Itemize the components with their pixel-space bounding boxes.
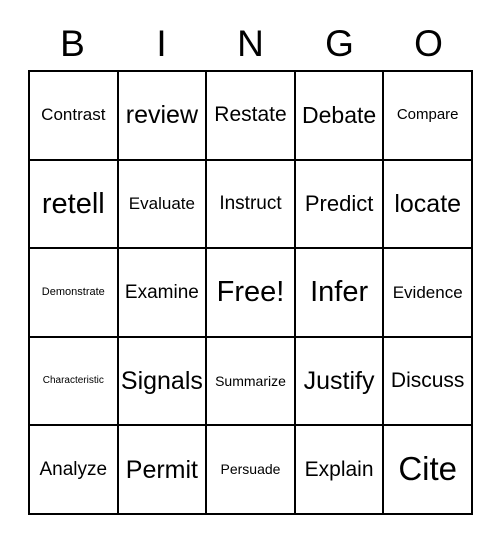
bingo-cell[interactable]: Examine [118,249,208,338]
bingo-cell[interactable]: Summarize [207,337,296,427]
bingo-cell[interactable]: Debate [295,72,385,161]
bingo-cell[interactable]: Infer [295,249,385,338]
bingo-cell[interactable]: Compare [384,72,473,161]
bingo-cell[interactable]: Evaluate [118,160,208,250]
header-letter-g: G [325,22,354,64]
bingo-cell[interactable]: Justify [295,337,385,427]
bingo-cell-label: Demonstrate [41,285,105,298]
header-letter-o: O [414,22,443,64]
bingo-cell-label: Contrast [41,105,106,125]
bingo-cell[interactable]: locate [384,160,473,250]
bingo-cell-label: Justify [303,366,375,395]
bingo-cell[interactable]: retell [30,160,119,250]
bingo-cell-label: Cite [398,450,458,488]
bingo-cell-label: Persuade [220,461,281,478]
bingo-cell-label: Examine [124,281,199,303]
bingo-cell-free[interactable]: Free! [207,249,296,338]
bingo-cell-label: Infer [310,276,369,309]
bingo-cell-label: Predict [304,191,374,217]
bingo-cell-label: Explain [304,457,374,481]
bingo-cell[interactable]: Evidence [384,249,473,338]
bingo-cell-label: Summarize [215,372,286,389]
bingo-cell-label: Signals [120,366,203,395]
bingo-cell[interactable]: Predict [295,160,385,250]
header-letter-b: B [60,22,85,64]
bingo-cell[interactable]: Permit [118,426,208,515]
bingo-cell-label: review [125,101,199,130]
bingo-cell[interactable]: review [118,72,208,161]
bingo-cell[interactable]: Characteristic [30,337,119,427]
header-letter-i: I [156,22,167,64]
bingo-cell-label: Characteristic [42,374,104,386]
bingo-cell-label: Permit [125,455,198,484]
bingo-cell-label: locate [394,189,462,218]
bingo-cell-label: Analyze [39,458,108,480]
bingo-cell[interactable]: Persuade [207,426,296,515]
bingo-cell-label: Instruct [219,192,282,214]
bingo-grid: Contrast review Restate Debate Compare r… [28,70,473,515]
bingo-cell-label: Restate [214,103,287,127]
bingo-cell-label: retell [41,187,105,220]
bingo-cell[interactable]: Restate [207,72,296,161]
bingo-cell[interactable]: Instruct [207,160,296,250]
bingo-header: B I N G O [28,16,473,70]
bingo-cell-label: Evaluate [128,193,195,213]
bingo-card: B I N G O Contrast review Restate Debate… [0,0,501,544]
bingo-cell[interactable]: Contrast [30,72,119,161]
bingo-cell-label: Compare [396,106,459,124]
header-letter-n: N [237,22,264,64]
bingo-cell-label: Free! [216,276,285,309]
bingo-cell[interactable]: Explain [295,426,385,515]
bingo-cell-label: Debate [302,102,377,129]
bingo-cell[interactable]: Cite [384,426,473,515]
bingo-cell[interactable]: Demonstrate [30,249,119,338]
bingo-cell-label: Discuss [390,369,465,393]
bingo-cell[interactable]: Signals [118,337,208,427]
bingo-cell[interactable]: Discuss [384,337,473,427]
bingo-cell[interactable]: Analyze [30,426,119,515]
bingo-cell-label: Evidence [392,282,463,302]
